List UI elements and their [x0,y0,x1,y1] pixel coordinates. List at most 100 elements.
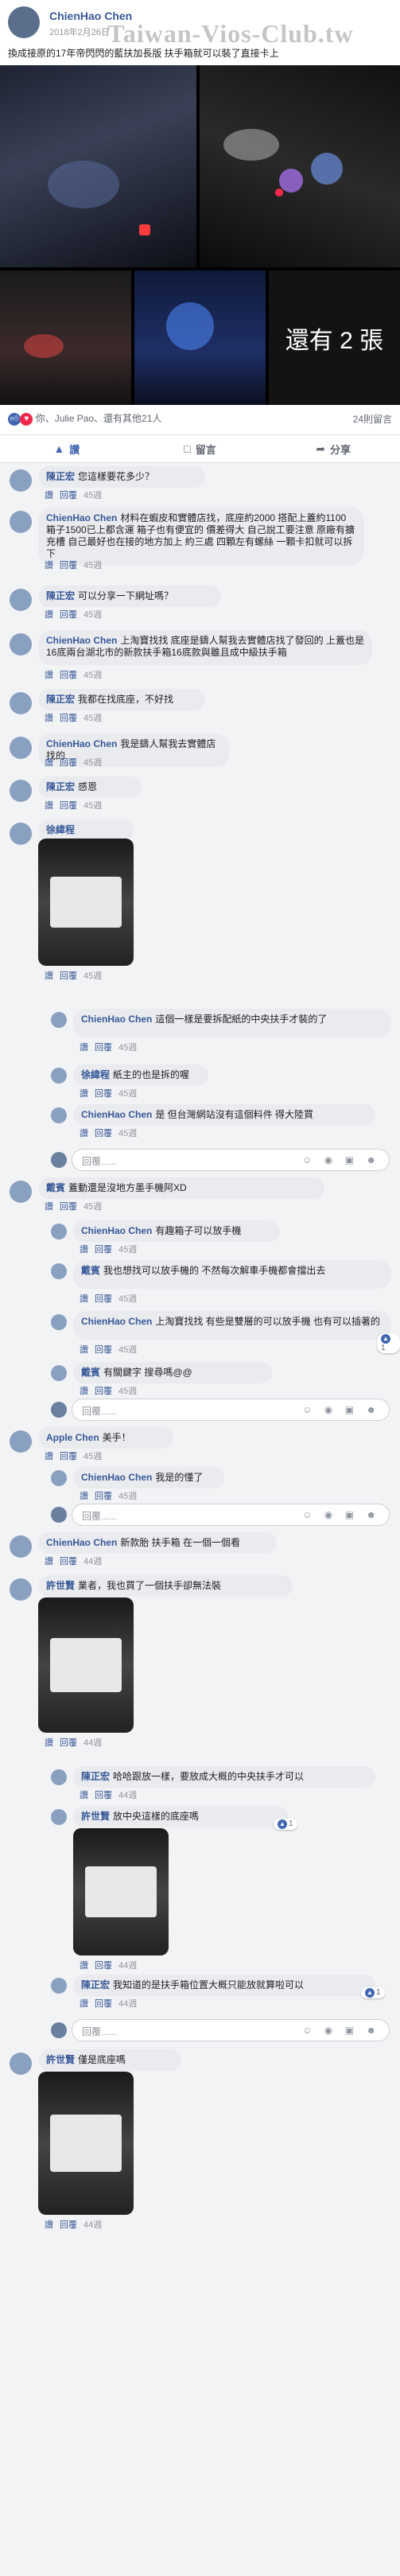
commenter-name[interactable]: 陳正宏 [46,694,75,705]
comment-like-link[interactable]: 讚 [80,1387,88,1396]
commenter-name[interactable]: 陳正宏 [81,1771,110,1782]
photo-5-more[interactable]: 還有 2 張 [269,270,400,405]
commenter-name[interactable]: 戴賓 [46,1182,65,1193]
commenter-name[interactable]: Apple Chen [46,1432,99,1443]
commenter-avatar[interactable] [10,737,32,759]
commenter-avatar[interactable] [51,1068,67,1084]
commenter-name[interactable]: 陳正宏 [46,471,75,482]
comment-reply-link[interactable]: 回覆 [60,610,77,620]
comment-time[interactable]: 45週 [83,610,102,620]
comment-image[interactable] [38,1597,134,1733]
comment-time[interactable]: 45週 [83,1452,102,1461]
commenter-name[interactable]: 戴賓 [81,1265,100,1276]
comment-reply-link[interactable]: 回覆 [60,1452,77,1461]
comment-like-link[interactable]: 讚 [45,1557,53,1566]
comment-like-link[interactable]: 讚 [80,1492,88,1501]
comment-time[interactable]: 44週 [118,1791,137,1800]
commenter-name[interactable]: 徐緯程 [46,824,75,835]
comment-time[interactable]: 44週 [118,1961,137,1971]
comment-reply-link[interactable]: 回覆 [95,1999,112,2009]
comment-count[interactable]: 24則留言 [353,412,392,426]
commenter-avatar[interactable] [51,1769,67,1785]
comment-like-link[interactable]: 讚 [45,1738,53,1748]
comment-time[interactable]: 45週 [118,1129,137,1138]
commenter-name[interactable]: ChienHao Chen [46,738,117,749]
comment-like-link[interactable]: 讚 [45,714,53,723]
commenter-name[interactable]: ChienHao Chen [46,512,117,523]
author-avatar[interactable] [8,6,40,38]
photo-2[interactable] [200,65,400,267]
commenter-name[interactable]: 許世賢 [46,1580,75,1591]
comment-time[interactable]: 45週 [83,671,102,680]
comment-time[interactable]: 45週 [118,1245,137,1255]
commenter-avatar[interactable] [10,823,32,845]
comment-time[interactable]: 44週 [83,1738,102,1748]
comment-reply-link[interactable]: 回覆 [60,671,77,680]
photo-1[interactable] [0,65,196,267]
comment-time[interactable]: 45週 [83,1202,102,1212]
comment-like-link[interactable]: 讚 [80,1043,88,1053]
comment-reply-link[interactable]: 回覆 [60,801,77,811]
commenter-avatar[interactable] [51,1365,67,1381]
comment-reply-link[interactable]: 回覆 [95,1245,112,1255]
comment-button[interactable]: □ 留言 [134,435,267,462]
comment-like-link[interactable]: 讚 [45,561,53,570]
comment-time[interactable]: 45週 [83,758,102,768]
comment-time[interactable]: 45週 [83,491,102,500]
comment-reply-link[interactable]: 回覆 [60,2220,77,2230]
commenter-avatar[interactable] [51,1809,67,1825]
comment-time[interactable]: 45週 [118,1294,137,1304]
reply-input-icons[interactable]: ☺ ◉ ▣ ☻ [302,2025,381,2036]
comment-reply-link[interactable]: 回覆 [95,1294,112,1304]
commenter-avatar[interactable] [51,1978,67,1994]
commenter-avatar[interactable] [51,1470,67,1486]
comment-time[interactable]: 45週 [83,801,102,811]
comment-like-link[interactable]: 讚 [80,1999,88,2009]
share-button[interactable]: ➦ 分享 [266,435,400,462]
commenter-avatar[interactable] [10,780,32,802]
comment-reply-link[interactable]: 回覆 [95,1129,112,1138]
comment-like-link[interactable]: 讚 [45,1202,53,1212]
comment-like-link[interactable]: 讚 [45,2220,53,2230]
commenter-avatar[interactable] [10,633,32,656]
comment-reply-link[interactable]: 回覆 [95,1345,112,1355]
comment-time[interactable]: 45週 [118,1345,137,1355]
comment-time[interactable]: 44週 [83,1557,102,1566]
reply-input-field[interactable]: 回覆...... ☺ ◉ ▣ ☻ [72,1149,390,1171]
comment-time[interactable]: 45週 [83,714,102,723]
commenter-name[interactable]: ChienHao Chen [46,635,117,646]
comment-like-link[interactable]: 讚 [45,671,53,680]
comment-like-link[interactable]: 讚 [80,1294,88,1304]
comment-like-link[interactable]: 讚 [80,1791,88,1800]
comment-like-link[interactable]: 讚 [45,491,53,500]
comment-time[interactable]: 45週 [118,1043,137,1053]
comment-time[interactable]: 45週 [118,1089,137,1099]
commenter-avatar[interactable] [10,469,32,492]
comment-reply-link[interactable]: 回覆 [60,1738,77,1748]
commenter-avatar[interactable] [10,1430,32,1453]
comment-reply-link[interactable]: 回覆 [95,1492,112,1501]
comment-like-count[interactable]: ▲1 [274,1819,297,1830]
comment-reply-link[interactable]: 回覆 [95,1961,112,1971]
comment-time[interactable]: 44週 [83,2220,102,2230]
commenter-avatar[interactable] [10,1181,32,1203]
comment-like-count[interactable]: ▲1 [361,1987,385,1998]
reply-input-icons[interactable]: ☺ ◉ ▣ ☻ [302,1154,381,1165]
comment-like-link[interactable]: 讚 [80,1961,88,1971]
comment-like-link[interactable]: 讚 [45,610,53,620]
commenter-avatar[interactable] [10,511,32,533]
commenter-name[interactable]: ChienHao Chen [81,1014,152,1025]
commenter-name[interactable]: 陳正宏 [81,1979,110,1990]
commenter-name[interactable]: ChienHao Chen [81,1472,152,1483]
commenter-avatar[interactable] [51,1224,67,1239]
comment-like-link[interactable]: 讚 [45,758,53,768]
commenter-avatar[interactable] [51,1314,67,1330]
comment-like-link[interactable]: 讚 [45,1452,53,1461]
comment-time[interactable]: 44週 [118,1999,137,2009]
commenter-avatar[interactable] [10,589,32,611]
commenter-name[interactable]: 徐緯程 [81,1069,110,1080]
comment-image[interactable] [38,839,134,966]
comment-reply-link[interactable]: 回覆 [60,491,77,500]
comment-reply-link[interactable]: 回覆 [95,1043,112,1053]
comment-reply-link[interactable]: 回覆 [60,758,77,768]
